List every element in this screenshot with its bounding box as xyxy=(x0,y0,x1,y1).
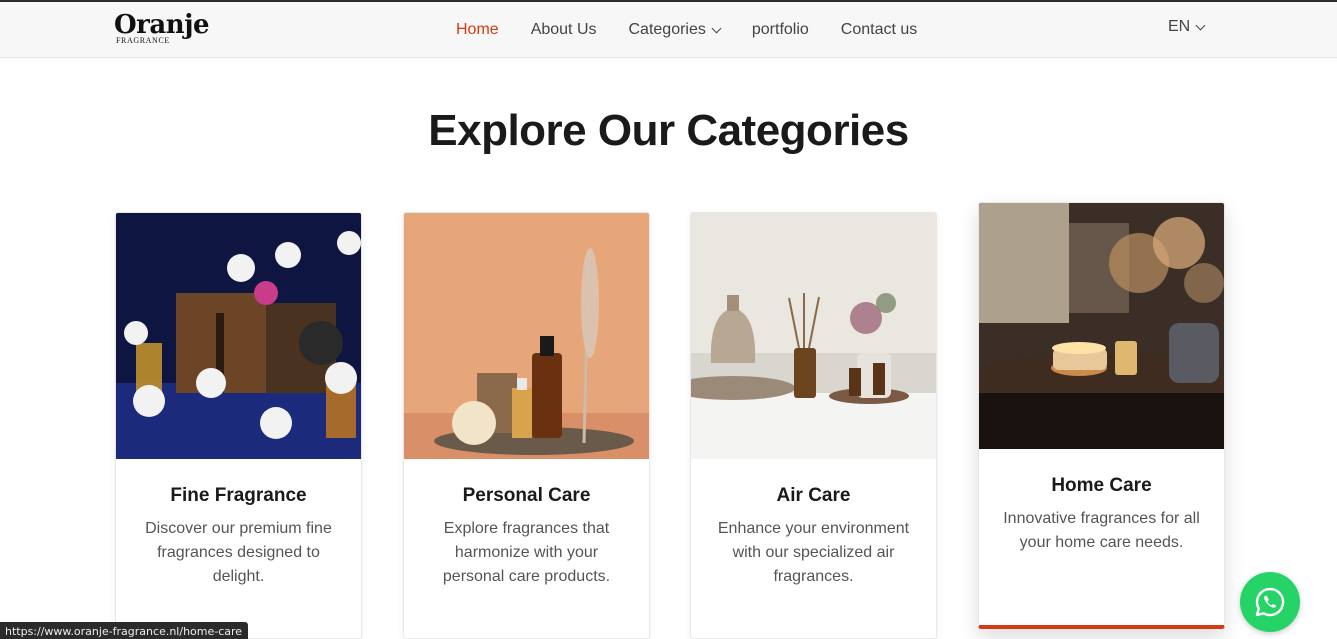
page-title: Explore Our Categories xyxy=(428,106,909,155)
category-card-home-care[interactable]: Home Care Innovative fragrances for all … xyxy=(978,202,1225,629)
card-title: Home Care xyxy=(1051,475,1152,496)
card-title: Fine Fragrance xyxy=(170,485,307,506)
card-description: Discover our premium fine fragrances des… xyxy=(145,520,332,585)
card-title: Air Care xyxy=(776,485,851,506)
whatsapp-icon xyxy=(1255,587,1285,617)
category-card-personal-care[interactable]: Personal Care Explore fragrances that ha… xyxy=(403,212,650,639)
nav-categories[interactable]: Categories xyxy=(629,21,722,39)
card-description: Explore fragrances that harmonize with y… xyxy=(442,520,611,585)
card-title: Personal Care xyxy=(462,485,591,506)
chevron-down-icon xyxy=(711,23,722,33)
nav-home[interactable]: Home xyxy=(456,21,499,39)
card-image xyxy=(116,213,361,459)
card-image xyxy=(691,213,936,459)
language-selector[interactable]: EN xyxy=(1168,18,1206,36)
card-description: Innovative fragrances for all your home … xyxy=(1003,510,1200,551)
whatsapp-button[interactable] xyxy=(1240,572,1300,632)
site-header: Oranje FRAGRANCE Home About Us Categorie… xyxy=(0,2,1337,58)
language-label: EN xyxy=(1168,18,1191,35)
card-image xyxy=(404,213,649,459)
brand-sub: FRAGRANCE xyxy=(116,36,170,45)
card-description: Enhance your environment with our specia… xyxy=(717,520,910,585)
brand-logo[interactable]: Oranje FRAGRANCE xyxy=(114,10,210,52)
card-image xyxy=(979,203,1224,449)
category-card-air-care[interactable]: Air Care Enhance your environment with o… xyxy=(690,212,937,639)
nav-contact-us[interactable]: Contact us xyxy=(841,21,917,39)
chevron-down-icon xyxy=(1195,20,1206,30)
nav-about-us[interactable]: About Us xyxy=(531,21,597,39)
nav-portfolio[interactable]: portfolio xyxy=(752,21,809,39)
status-bar-url: https://www.oranje-fragrance.nl/home-car… xyxy=(0,622,249,639)
category-card-fine-fragrance[interactable]: Fine Fragrance Discover our premium fine… xyxy=(115,212,362,639)
main-nav: Home About Us Categories portfolio Conta… xyxy=(440,2,933,58)
